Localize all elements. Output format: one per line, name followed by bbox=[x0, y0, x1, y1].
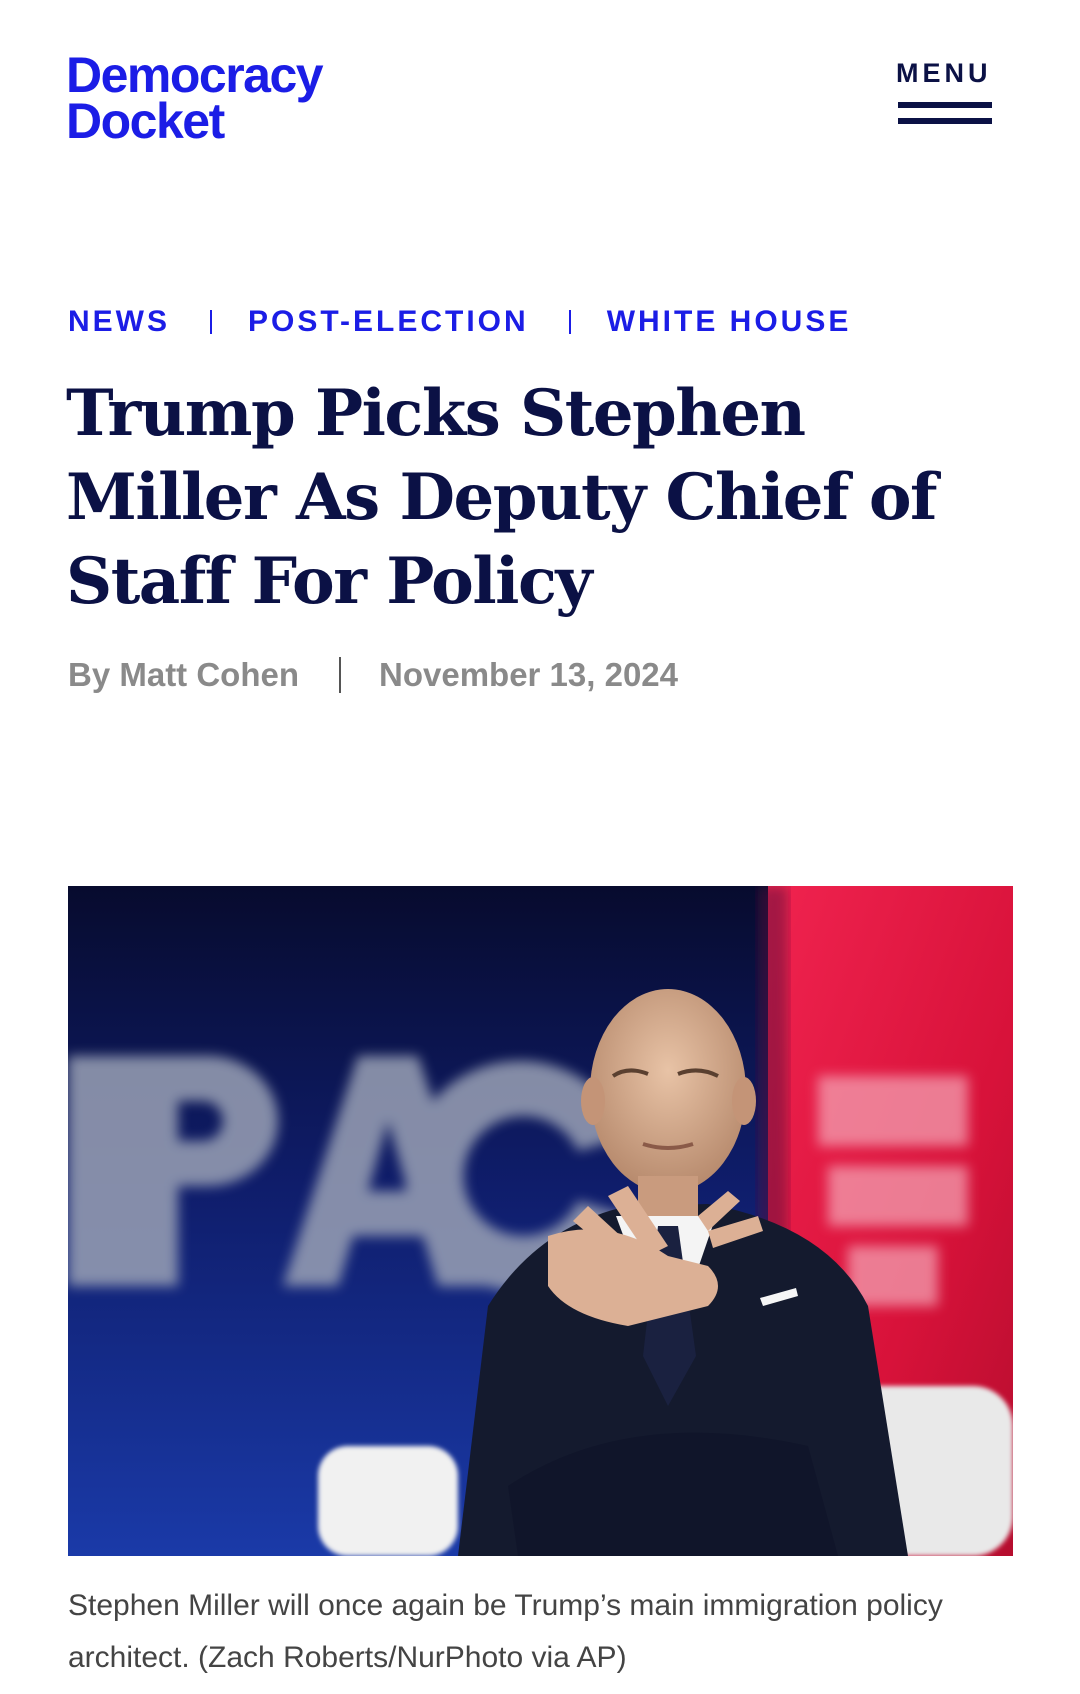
image-caption: Stephen Miller will once again be Trump’… bbox=[68, 1589, 943, 1674]
hero-image bbox=[68, 886, 1013, 1556]
category-white-house-link[interactable]: WHITE HOUSE bbox=[607, 305, 852, 339]
hero-photo bbox=[68, 886, 1013, 1556]
hamburger-icon bbox=[898, 102, 992, 108]
article-title: Trump Picks Stephen Miller As Deputy Chi… bbox=[66, 376, 938, 619]
category-news-link[interactable]: NEWS bbox=[68, 305, 170, 339]
category-tags: NEWS POST-ELECTION WHITE HOUSE bbox=[68, 302, 851, 342]
menu-button[interactable]: MENU bbox=[896, 58, 996, 128]
hamburger-icon-bar bbox=[898, 118, 992, 124]
author-name[interactable]: By Matt Cohen bbox=[68, 656, 299, 694]
article-byline: By Matt Cohen November 13, 2024 bbox=[68, 656, 678, 694]
byline-divider bbox=[339, 657, 341, 693]
site-header: Democracy Docket MENU bbox=[0, 0, 1080, 200]
publish-date: November 13, 2024 bbox=[379, 656, 679, 693]
category-post-election-link[interactable]: POST-ELECTION bbox=[248, 305, 529, 339]
menu-label: MENU bbox=[896, 58, 992, 88]
democracy-docket-logo[interactable]: Democracy Docket bbox=[66, 47, 324, 149]
category-divider bbox=[210, 310, 212, 334]
category-divider bbox=[568, 310, 571, 334]
logo-line-1: Democracy bbox=[66, 47, 324, 103]
logo-line-2: Docket bbox=[66, 93, 225, 149]
